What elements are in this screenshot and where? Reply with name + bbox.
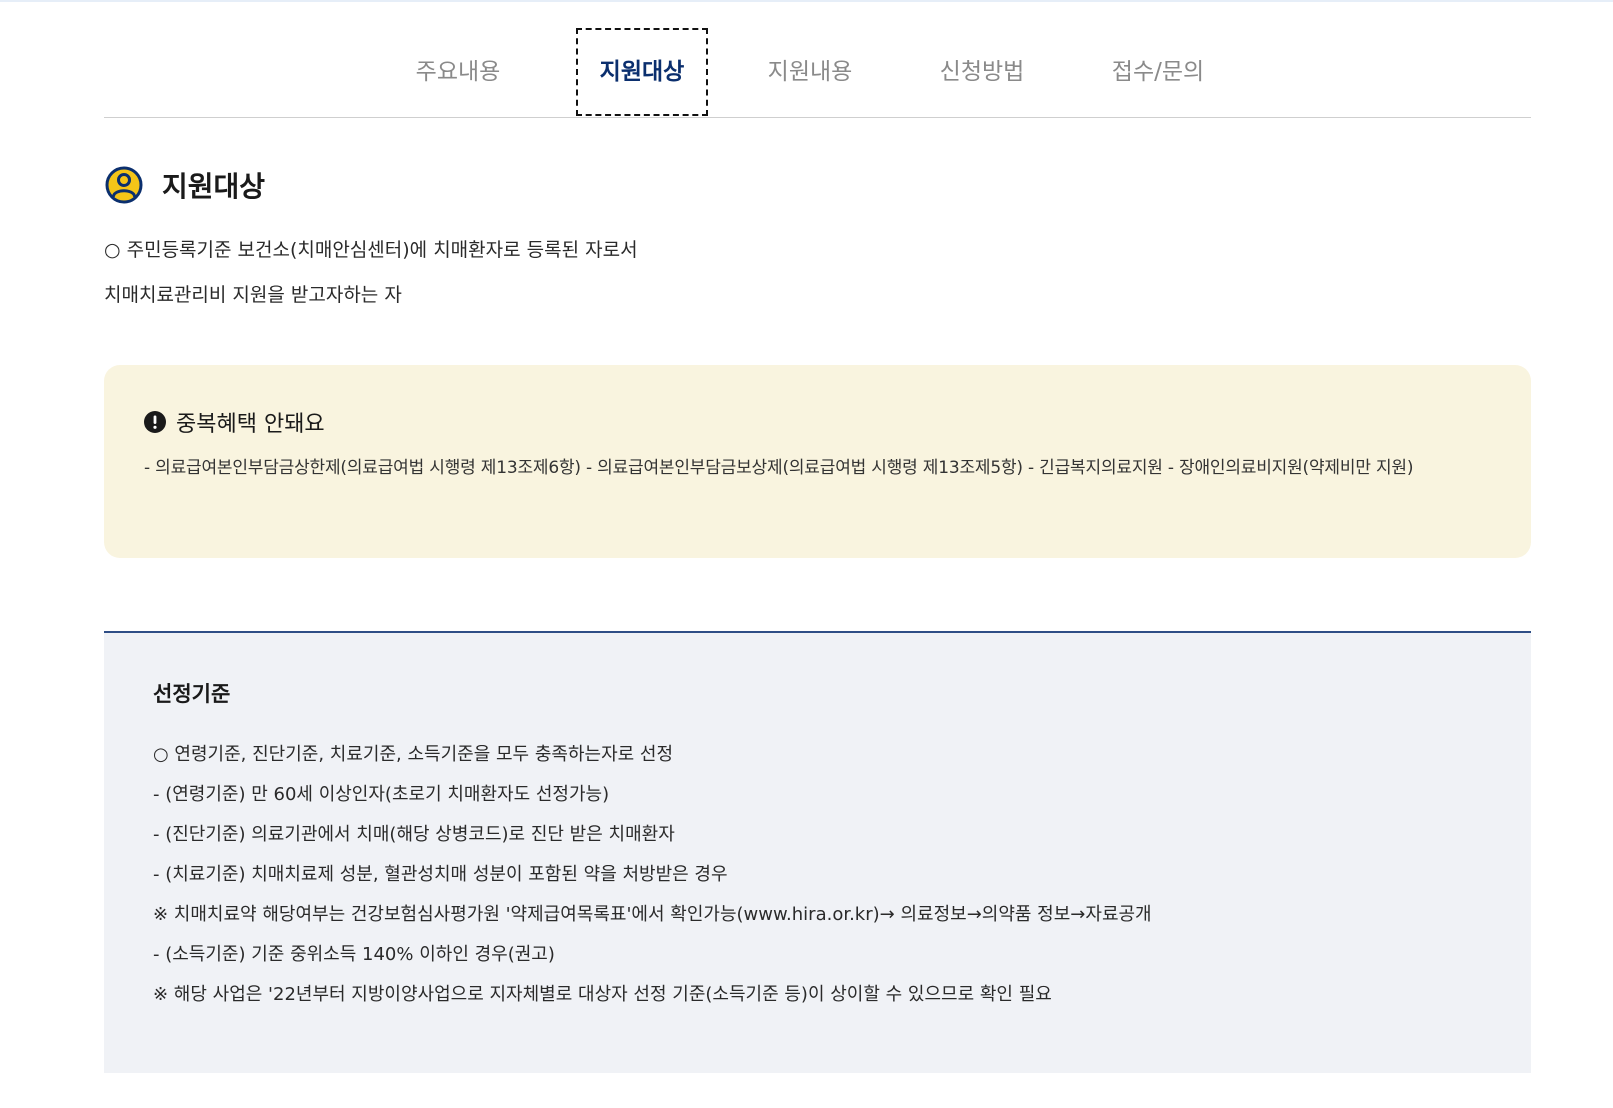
tab-bar: 주요내용 지원대상 지원내용 신청방법 접수/문의 bbox=[104, 28, 1531, 118]
criteria-item: - (소득기준) 기준 중위소득 140% 이하인 경우(권고) bbox=[153, 944, 555, 965]
criteria-item: - (연령기준) 만 60세 이상인자(초로기 치매환자도 선정가능) bbox=[153, 784, 610, 805]
duplicate-benefit-notice: 중복혜택 안돼요 - 의료급여본인부담금상한제(의료급여법 시행령 제13조제6… bbox=[104, 365, 1531, 558]
notice-body: - 의료급여본인부담금상한제(의료급여법 시행령 제13조제6항) - 의료급여… bbox=[144, 458, 1414, 478]
criteria-list: ○ 연령기준, 진단기준, 치료기준, 소득기준을 모두 충족하는자로 선정 -… bbox=[153, 735, 1483, 1015]
criteria-item: - (진단기준) 의료기관에서 치매(해당 상병코드)로 진단 받은 치매환자 bbox=[153, 824, 675, 845]
tab-support-content[interactable]: 지원내용 bbox=[744, 28, 876, 116]
section-heading: 지원대상 bbox=[104, 163, 265, 207]
person-circle-icon bbox=[105, 166, 143, 204]
selection-criteria-panel: 선정기준 ○ 연령기준, 진단기준, 치료기준, 소득기준을 모두 충족하는자로… bbox=[104, 631, 1531, 1073]
tab-main-content[interactable]: 주요내용 bbox=[394, 28, 522, 116]
page: 주요내용 지원대상 지원내용 신청방법 접수/문의 지원대상 ○ 주민등록기준 … bbox=[0, 0, 1613, 1108]
exclamation-circle-icon bbox=[144, 411, 166, 433]
target-line-2: 치매치료관리비 지원을 받고자하는 자 bbox=[104, 284, 402, 306]
criteria-item: ※ 치매치료약 해당여부는 건강보험심사평가원 '약제급여목록표'에서 확인가능… bbox=[153, 904, 1152, 925]
tab-application-method[interactable]: 신청방법 bbox=[916, 28, 1048, 116]
tab-reception-inquiry[interactable]: 접수/문의 bbox=[1088, 28, 1228, 116]
criteria-item: ○ 연령기준, 진단기준, 치료기준, 소득기준을 모두 충족하는자로 선정 bbox=[153, 744, 674, 765]
criteria-title: 선정기준 bbox=[153, 682, 231, 706]
section-title: 지원대상 bbox=[162, 170, 266, 203]
target-line-1: ○ 주민등록기준 보건소(치매안심센터)에 치매환자로 등록된 자로서 bbox=[104, 239, 638, 261]
notice-title: 중복혜택 안돼요 bbox=[176, 412, 325, 437]
criteria-item: - (치료기준) 치매치료제 성분, 혈관성치매 성분이 포함된 약을 처방받은… bbox=[153, 864, 728, 885]
notice-header: 중복혜택 안돼요 bbox=[144, 405, 1487, 439]
criteria-item: ※ 해당 사업은 '22년부터 지방이양사업으로 지자체별로 대상자 선정 기준… bbox=[153, 984, 1052, 1005]
tab-support-target[interactable]: 지원대상 bbox=[576, 28, 708, 116]
